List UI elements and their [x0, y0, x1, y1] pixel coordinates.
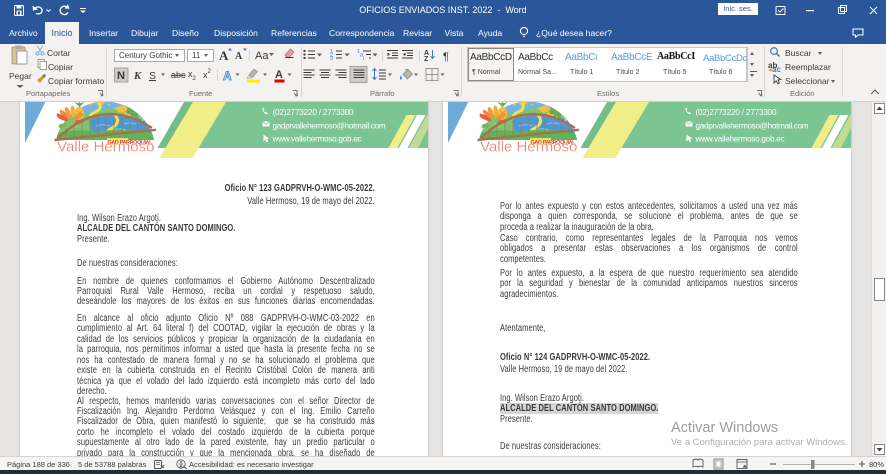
svg-text:A: A — [235, 51, 243, 62]
svg-text:(02)2773220 / 2773300: (02)2773220 / 2773300 — [273, 108, 355, 117]
svg-text:3: 3 — [330, 56, 333, 62]
svg-text:(02)2773220 / 2773300: (02)2773220 / 2773300 — [696, 108, 778, 117]
svg-text:A: A — [219, 48, 229, 63]
svg-text:Aa: Aa — [255, 50, 269, 62]
svg-text:www.vallehermoso.gob.ec: www.vallehermoso.gob.ec — [272, 135, 362, 144]
svg-text:A: A — [223, 69, 232, 83]
svg-text:S: S — [149, 70, 156, 82]
svg-text:N: N — [117, 70, 125, 82]
svg-text:gadprvallehermoso@hotmail.com: gadprvallehermoso@hotmail.com — [273, 122, 386, 131]
svg-text:i: i — [363, 56, 364, 62]
svg-text:abc: abc — [171, 70, 186, 80]
svg-text:2: 2 — [208, 69, 212, 75]
svg-text:Z: Z — [424, 56, 429, 63]
svg-text:gadprvallehermoso@hotmail.com: gadprvallehermoso@hotmail.com — [696, 122, 809, 131]
svg-text:www.vallehermoso.gob.ec: www.vallehermoso.gob.ec — [695, 135, 785, 144]
svg-text:Valle Hermoso: Valle Hermoso — [480, 139, 578, 156]
svg-text:K: K — [133, 71, 142, 82]
svg-text:ac: ac — [772, 65, 781, 74]
svg-text:A: A — [275, 69, 283, 81]
svg-text:2: 2 — [193, 76, 197, 82]
svg-text:Valle Hermoso: Valle Hermoso — [57, 139, 155, 156]
svg-text:¶: ¶ — [443, 51, 449, 63]
